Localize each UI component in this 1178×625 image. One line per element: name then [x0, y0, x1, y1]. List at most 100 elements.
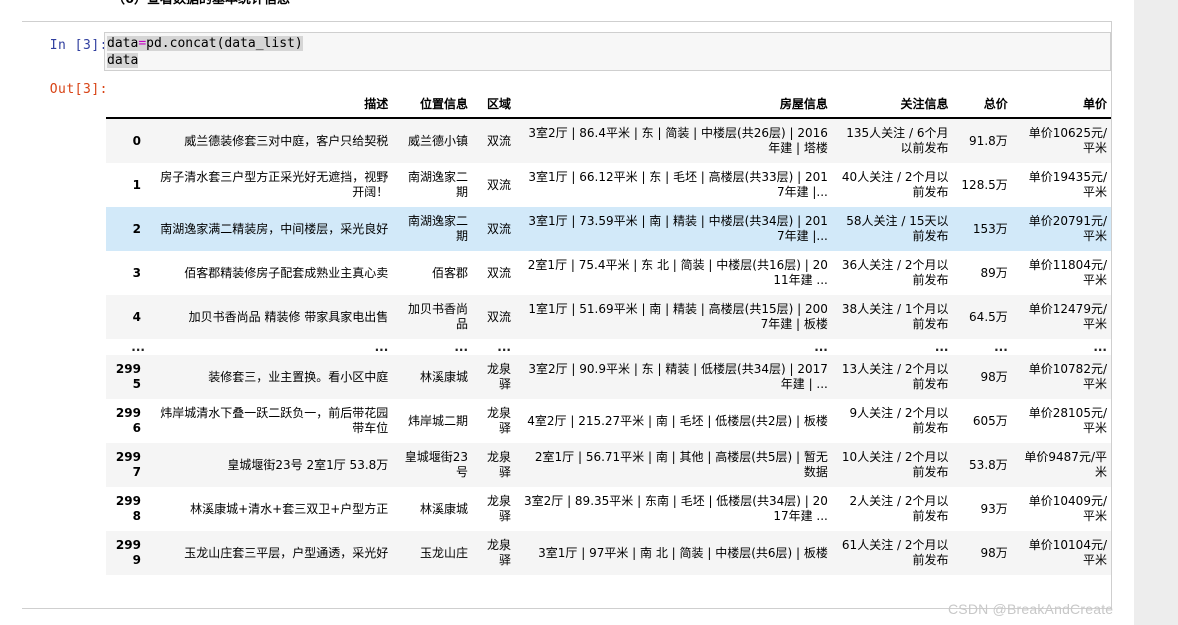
- cell-unit: 单价10104元/平米: [1013, 531, 1111, 575]
- cell-region: 龙泉驿: [474, 355, 517, 399]
- input-prompt-label: In [3]:: [49, 38, 108, 53]
- cell-unit: 单价10782元/平米: [1013, 355, 1111, 399]
- notebook-cell[interactable]: In [3]: data=pd.concat(data_list) data O…: [22, 21, 1112, 625]
- cell-index: 4: [106, 295, 151, 339]
- cell-total: 605万: [954, 399, 1014, 443]
- cell-house: 2室1厅 | 75.4平米 | 东 北 | 简装 | 中楼层(共16层) | 2…: [516, 251, 834, 295]
- cell-house: 2室1厅 | 56.71平米 | 南 | 其他 | 高楼层(共5层) | 暂无数…: [516, 443, 834, 487]
- header-row: 描述 位置信息 区域 房屋信息 关注信息 总价 单价: [106, 91, 1111, 119]
- cell-loc: 炜岸城二期: [394, 399, 475, 443]
- dataframe-output: 描述 位置信息 区域 房屋信息 关注信息 总价 单价 0 威兰德装修套三对中庭，客…: [104, 91, 1111, 608]
- cell-house: 4室2厅 | 215.27平米 | 南 | 毛坯 | 低楼层(共2层) | 板楼: [516, 399, 834, 443]
- cell-house: 3室2厅 | 86.4平米 | 东 | 简装 | 中楼层(共26层) | 201…: [516, 118, 834, 163]
- cell-desc: 林溪康城+清水+套三双卫+户型方正: [150, 487, 395, 531]
- cell-focus: 40人关注 / 2个月以前发布: [833, 163, 955, 207]
- code-token-data2: data: [107, 53, 139, 68]
- cell-house: 3室1厅 | 66.12平米 | 东 | 毛坯 | 高楼层(共33层) | 20…: [516, 163, 834, 207]
- cell-index: 2998: [106, 487, 151, 531]
- cell-region: 双流: [474, 251, 517, 295]
- cell-desc: 炜岸城清水下叠一跃二跃负一，前后带花园带车位: [150, 399, 395, 443]
- cell-unit: 单价10409元/平米: [1013, 487, 1111, 531]
- code-token-data: data: [107, 36, 139, 51]
- dataframe-table: 描述 位置信息 区域 房屋信息 关注信息 总价 单价 0 威兰德装修套三对中庭，客…: [106, 91, 1111, 575]
- cell-focus: 10人关注 / 2个月以前发布: [833, 443, 955, 487]
- notebook-page: （6）查看数据的基本统计信息 In [3]: data=pd.concat(da…: [0, 0, 1178, 625]
- table-row: 3 佰客郡精装修房子配套成熟业主真心卖 佰客郡 双流 2室1厅 | 75.4平米 | 东…: [106, 251, 1111, 295]
- header-desc: 描述: [150, 91, 395, 119]
- header-region: 区域: [474, 91, 517, 119]
- cell-region: 龙泉驿: [474, 399, 517, 443]
- cell-index: 2: [106, 207, 151, 251]
- cell-total: 98万: [954, 531, 1014, 575]
- cell-focus: 135人关注 / 6个月以前发布: [833, 118, 955, 163]
- cell-desc: 皇城堰街23号 2室1厅 53.8万: [150, 443, 395, 487]
- cell-total: 64.5万: [954, 295, 1014, 339]
- cell-loc: 南湖逸家二期: [394, 163, 475, 207]
- cell-loc: 林溪康城: [394, 355, 475, 399]
- table-row: 0 威兰德装修套三对中庭，客户只给契税 威兰德小镇 双流 3室2厅 | 86.4平米 |…: [106, 118, 1111, 163]
- header-index: [106, 91, 151, 119]
- watermark: CSDN @BreakAndCreate: [948, 601, 1114, 617]
- cell-total: 89万: [954, 251, 1014, 295]
- cell-desc: 佰客郡精装修房子配套成熟业主真心卖: [150, 251, 395, 295]
- table-row: 2999 玉龙山庄套三平层，户型通透，采光好 玉龙山庄 龙泉驿 3室1厅 | 97平米 …: [106, 531, 1111, 575]
- table-row: 2995 装修套三，业主置换。看小区中庭 林溪康城 龙泉驿 3室2厅 | 90.9平米 …: [106, 355, 1111, 399]
- cell-index: 3: [106, 251, 151, 295]
- cell-region: 双流: [474, 295, 517, 339]
- cell-focus: 58人关注 / 15天以前发布: [833, 207, 955, 251]
- cell-index: 2996: [106, 399, 151, 443]
- cell-house: 1室1厅 | 51.69平米 | 南 | 精装 | 高楼层(共15层) | 20…: [516, 295, 834, 339]
- cell-desc: 房子清水套三户型方正采光好无遮挡，视野开阔！: [150, 163, 395, 207]
- cell-loc: 玉龙山庄: [394, 531, 475, 575]
- cell-total: 93万: [954, 487, 1014, 531]
- cell-loc: 皇城堰街23号: [394, 443, 475, 487]
- table-row: 2 南湖逸家满二精装房，中间楼层，采光良好 南湖逸家二期 双流 3室1厅 | 73.59…: [106, 207, 1111, 251]
- code-line-1[interactable]: data=pd.concat(data_list): [107, 35, 1110, 52]
- header-focus: 关注信息: [833, 91, 955, 119]
- cell-house: ...: [516, 339, 834, 355]
- cell-focus: 2人关注 / 2个月以前发布: [833, 487, 955, 531]
- cell-index: 2999: [106, 531, 151, 575]
- cell-loc: ...: [394, 339, 475, 355]
- code-editor[interactable]: data=pd.concat(data_list) data: [104, 32, 1111, 71]
- cell-unit: ...: [1013, 339, 1111, 355]
- cell-focus: 61人关注 / 2个月以前发布: [833, 531, 955, 575]
- cell-unit: 单价19435元/平米: [1013, 163, 1111, 207]
- cell-index: 1: [106, 163, 151, 207]
- cell-loc: 南湖逸家二期: [394, 207, 475, 251]
- output-prompt-label: Out[3]:: [49, 82, 108, 97]
- cell-index: 2995: [106, 355, 151, 399]
- header-loc: 位置信息: [394, 91, 475, 119]
- cell-region: 双流: [474, 207, 517, 251]
- table-row: 2996 炜岸城清水下叠一跃二跃负一，前后带花园带车位 炜岸城二期 龙泉驿 4室2厅 |…: [106, 399, 1111, 443]
- cell-total: 98万: [954, 355, 1014, 399]
- cell-total: ...: [954, 339, 1014, 355]
- code-token-concat: pd.concat(data_list): [146, 36, 303, 51]
- cell-unit: 单价20791元/平米: [1013, 207, 1111, 251]
- cell-house: 3室2厅 | 90.9平米 | 东 | 精装 | 低楼层(共34层) | 201…: [516, 355, 834, 399]
- cell-desc: 南湖逸家满二精装房，中间楼层，采光良好: [150, 207, 395, 251]
- header-unit: 单价: [1013, 91, 1111, 119]
- cell-region: 双流: [474, 163, 517, 207]
- cell-focus: 36人关注 / 2个月以前发布: [833, 251, 955, 295]
- table-row: 4 加贝书香尚品 精装修 带家具家电出售 加贝书香尚品 双流 1室1厅 | 51.69平…: [106, 295, 1111, 339]
- cell-region: 龙泉驿: [474, 531, 517, 575]
- cell-desc: 加贝书香尚品 精装修 带家具家电出售: [150, 295, 395, 339]
- cell-loc: 加贝书香尚品: [394, 295, 475, 339]
- code-line-2[interactable]: data: [107, 52, 1110, 69]
- cell-index: 0: [106, 118, 151, 163]
- table-row: 2998 林溪康城+清水+套三双卫+户型方正 林溪康城 龙泉驿 3室2厅 | 89.35…: [106, 487, 1111, 531]
- cell-focus: 9人关注 / 2个月以前发布: [833, 399, 955, 443]
- cell-desc: ...: [150, 339, 395, 355]
- cell-region: 双流: [474, 118, 517, 163]
- table-row: 1 房子清水套三户型方正采光好无遮挡，视野开阔！ 南湖逸家二期 双流 3室1厅 | 66…: [106, 163, 1111, 207]
- dataframe-head: 描述 位置信息 区域 房屋信息 关注信息 总价 单价: [106, 91, 1111, 119]
- cell-unit: 单价12479元/平米: [1013, 295, 1111, 339]
- cell-loc: 威兰德小镇: [394, 118, 475, 163]
- cell-region: 龙泉驿: [474, 443, 517, 487]
- code-token-assign: =: [138, 36, 147, 51]
- cell-focus: 13人关注 / 2个月以前发布: [833, 355, 955, 399]
- header-total: 总价: [954, 91, 1014, 119]
- table-row: 2997 皇城堰街23号 2室1厅 53.8万 皇城堰街23号 龙泉驿 2室1厅 | 5…: [106, 443, 1111, 487]
- cell-loc: 林溪康城: [394, 487, 475, 531]
